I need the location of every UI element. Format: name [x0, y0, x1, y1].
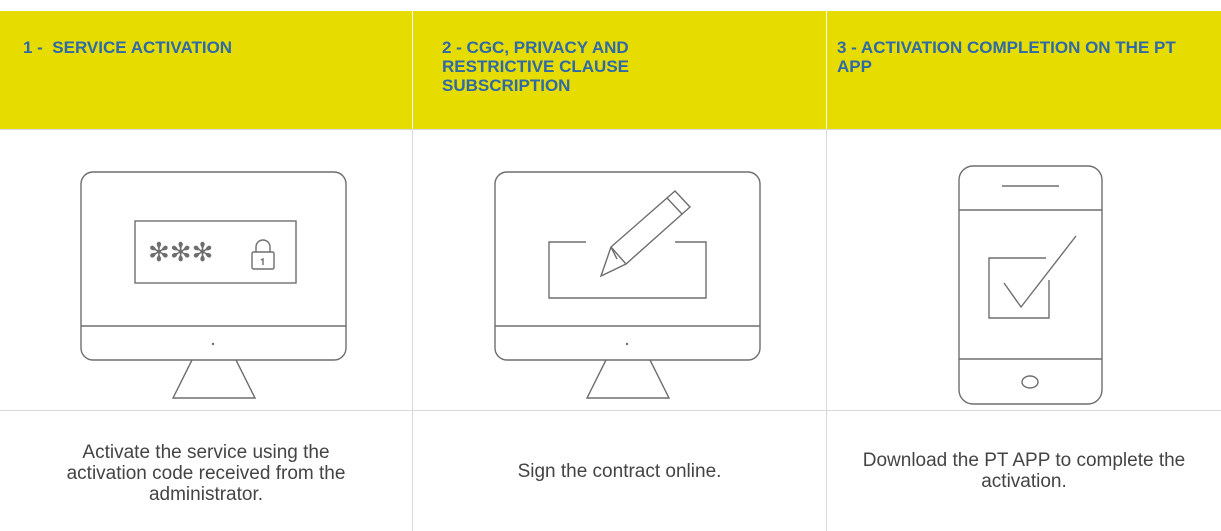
activation-steps-table: 1 - SERVICE ACTIVATION 2 - CGC, PRIVACY … [0, 11, 1221, 531]
step-2-description-cell: Sign the contract online. [412, 411, 826, 531]
monitor-stand [585, 359, 671, 399]
signature-box [548, 241, 707, 299]
checkmark-icon [1003, 235, 1077, 309]
step-3-title: 3 - ACTIVATION COMPLETION ON THE PT APP [837, 38, 1176, 76]
pencil-icon [599, 190, 692, 278]
step-2-description: Sign the contract online. [517, 460, 722, 482]
step-2-header: 2 - CGC, PRIVACY AND RESTRICTIVE CLAUSE … [412, 11, 826, 129]
monitor-dot [211, 342, 215, 346]
step-2-title: 2 - CGC, PRIVACY AND RESTRICTIVE CLAUSE … [442, 38, 630, 95]
checkbox-frame [988, 257, 1050, 319]
step-1-illustration: ✻✻✻ [0, 129, 412, 411]
step-1-title: 1 - SERVICE ACTIVATION [23, 38, 233, 57]
step-3-description: Download the PT APP to complete the acti… [862, 450, 1186, 492]
padlock-icon [251, 239, 275, 270]
password-mask: ✻✻✻ [148, 238, 213, 268]
monitor-frame [80, 171, 347, 361]
monitor-password-lock-icon: ✻✻✻ [80, 171, 347, 399]
monitor-stand [171, 359, 257, 399]
monitor-pencil-sign-icon [494, 171, 761, 399]
step-3-header: 3 - ACTIVATION COMPLETION ON THE PT APP [826, 11, 1221, 129]
step-3-description-cell: Download the PT APP to complete the acti… [826, 411, 1221, 531]
step-1-description: Activate the service using the activatio… [66, 441, 346, 505]
smartphone-checkbox-icon [958, 165, 1103, 405]
step-3-illustration [826, 129, 1221, 411]
step-1-description-cell: Activate the service using the activatio… [0, 411, 412, 531]
phone-frame [958, 165, 1103, 405]
step-2-illustration [412, 129, 826, 411]
monitor-frame [494, 171, 761, 361]
monitor-dot [625, 342, 629, 346]
phone-home-button [1021, 375, 1039, 389]
step-1-header: 1 - SERVICE ACTIVATION [0, 11, 412, 129]
